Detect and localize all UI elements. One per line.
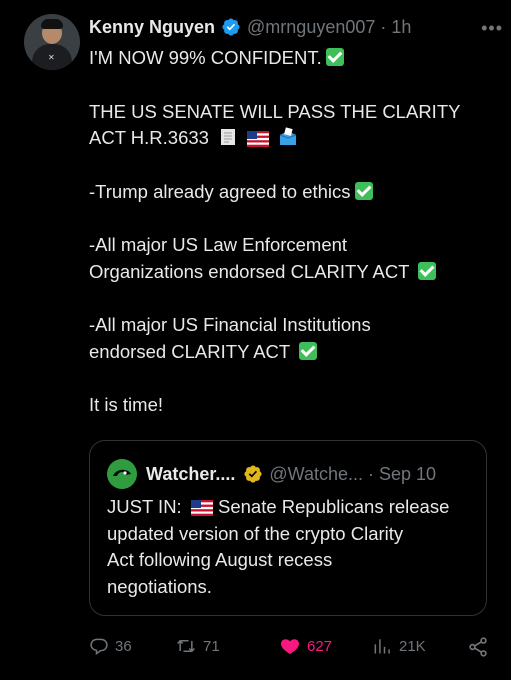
verified-badge-icon	[244, 465, 262, 483]
quote-line: JUST IN: Senate Republicans release	[107, 496, 450, 517]
share-icon	[469, 637, 487, 657]
quote-line: negotiations.	[107, 575, 212, 597]
separator-dot: ·	[368, 463, 374, 484]
us-flag-icon	[190, 500, 213, 516]
action-bar: 36 71 627 21K	[89, 636, 489, 660]
quote-author-handle[interactable]: @Watche...	[269, 464, 363, 485]
quote-avatar[interactable]	[107, 459, 137, 489]
views-count: 21K	[399, 637, 426, 655]
check-mark-icon	[325, 48, 344, 66]
views-icon	[374, 639, 390, 654]
check-mark-icon	[418, 261, 437, 280]
us-flag-icon	[247, 131, 270, 147]
tweet-line: It is time!	[89, 394, 164, 415]
quote-author-name[interactable]: Watcher....	[146, 464, 235, 485]
tweet-content: Kenny Nguyen @mrnguyen007 · 1h ••• I'M N…	[89, 14, 502, 419]
tweet-line: -All major US Law Enforcement	[89, 234, 348, 255]
quote-line: Act following August recess	[107, 549, 333, 570]
ballot-box-icon	[280, 127, 297, 145]
separator-dot: ·	[380, 16, 387, 37]
like-icon	[281, 639, 299, 654]
quoted-tweet[interactable]: Watcher.... @Watche... · Sep 10 JUST IN:…	[89, 440, 487, 616]
check-mark-icon	[354, 181, 373, 200]
tweet-line: endorsed CLARITY ACT	[89, 339, 489, 366]
tweet-time[interactable]: 1h	[391, 17, 411, 38]
quote-time[interactable]: Sep 10	[379, 464, 436, 485]
tweet-line: THE US SENATE WILL PASS THE CLARITY	[89, 100, 461, 122]
tweet-text: I'M NOW 99% CONFIDENT. THE US SENATE WIL…	[89, 45, 489, 419]
author-handle[interactable]: @mrnguyen007	[247, 17, 375, 38]
tweet[interactable]: ✕ Kenny Nguyen @mrnguyen007 · 1h ••• I'M…	[0, 0, 511, 680]
tweet-line: -Trump already agreed to ethics	[89, 179, 489, 206]
tweet-line: I'M NOW 99% CONFIDENT.	[89, 45, 489, 72]
avatar[interactable]: ✕	[24, 14, 80, 70]
verified-badge-icon	[222, 18, 240, 36]
reply-icon	[90, 638, 108, 655]
quote-header: Watcher.... @Watche... · Sep 10	[107, 459, 436, 489]
check-mark-icon	[299, 341, 318, 360]
tweet-line: -All major US Financial Institutions	[89, 314, 371, 335]
repost-icon	[177, 639, 195, 653]
share-button[interactable]	[467, 636, 495, 658]
quote-line: updated version of the crypto Clarity	[107, 522, 404, 544]
tweet-header: Kenny Nguyen @mrnguyen007 · 1h •••	[89, 14, 502, 40]
tweet-line: ACT H.R.3633	[89, 125, 489, 152]
quote-text: JUST IN: Senate Republicans release upda…	[107, 494, 475, 600]
like-button[interactable]: 627	[279, 636, 332, 656]
tweet-line: Organizations endorsed CLARITY ACT	[89, 259, 489, 286]
author-name[interactable]: Kenny Nguyen	[89, 17, 215, 38]
views-button[interactable]: 21K	[371, 636, 426, 656]
more-icon[interactable]: •••	[481, 18, 503, 39]
repost-count: 71	[203, 637, 220, 655]
reply-count: 36	[115, 637, 132, 655]
receipt-icon	[221, 129, 236, 145]
like-count: 627	[307, 637, 333, 655]
repost-button[interactable]: 71	[175, 636, 220, 656]
reply-button[interactable]: 36	[89, 636, 132, 656]
